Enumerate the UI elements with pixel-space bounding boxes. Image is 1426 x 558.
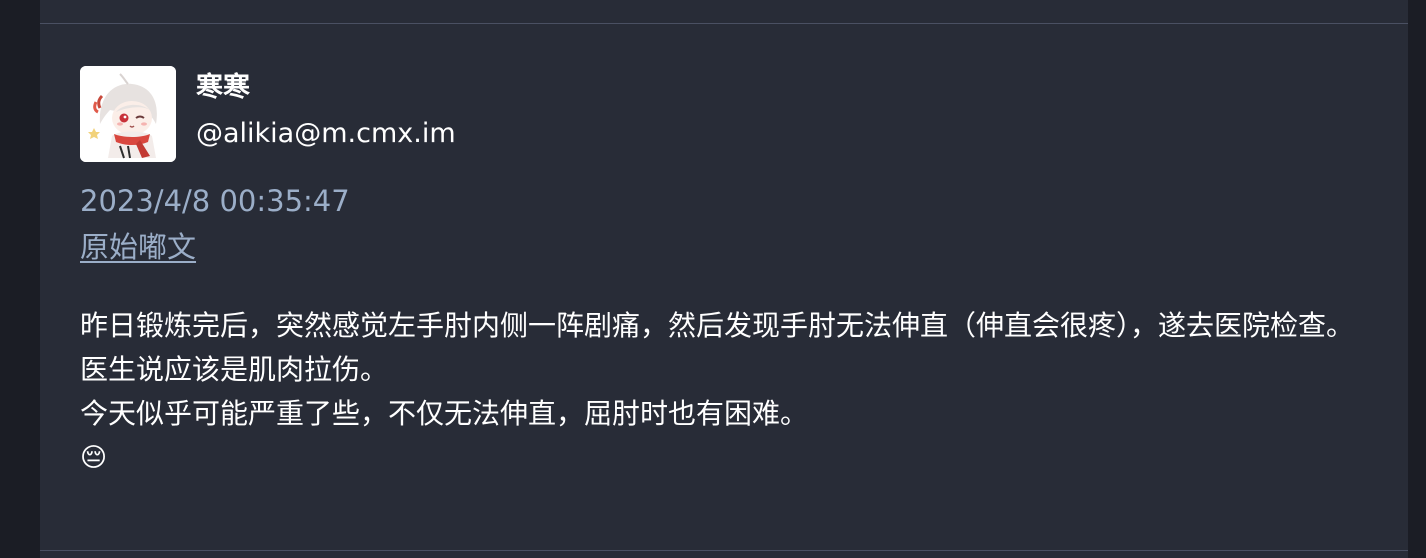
status-content: 昨日锻炼完后，突然感觉左手肘内侧一阵剧痛，然后发现手肘无法伸直（伸直会很疼），遂… [80, 304, 1370, 480]
top-divider [40, 23, 1408, 24]
avatar[interactable] [80, 66, 176, 162]
right-gutter [1408, 0, 1426, 558]
pensive-face-emoji: 😔 [80, 443, 108, 473]
status-card: 寒寒 @alikia@m.cmx.im 2023/4/8 00:35:47 原始… [40, 0, 1408, 558]
page: 寒寒 @alikia@m.cmx.im 2023/4/8 00:35:47 原始… [0, 0, 1426, 558]
bottom-divider [40, 550, 1408, 551]
avatar-image [80, 66, 176, 162]
display-name[interactable]: 寒寒 [196, 70, 250, 106]
content-paragraph: 昨日锻炼完后，突然感觉左手肘内侧一阵剧痛，然后发现手肘无法伸直（伸直会很疼），遂… [80, 309, 1355, 386]
original-post-link[interactable]: 原始嘟文 [80, 228, 196, 266]
timestamp: 2023/4/8 00:35:47 [80, 184, 350, 218]
content-paragraph: 今天似乎可能严重了些，不仅无法伸直，屈肘时也有困难。 [80, 397, 809, 430]
left-gutter [0, 0, 40, 558]
account-handle[interactable]: @alikia@m.cmx.im [196, 116, 456, 152]
